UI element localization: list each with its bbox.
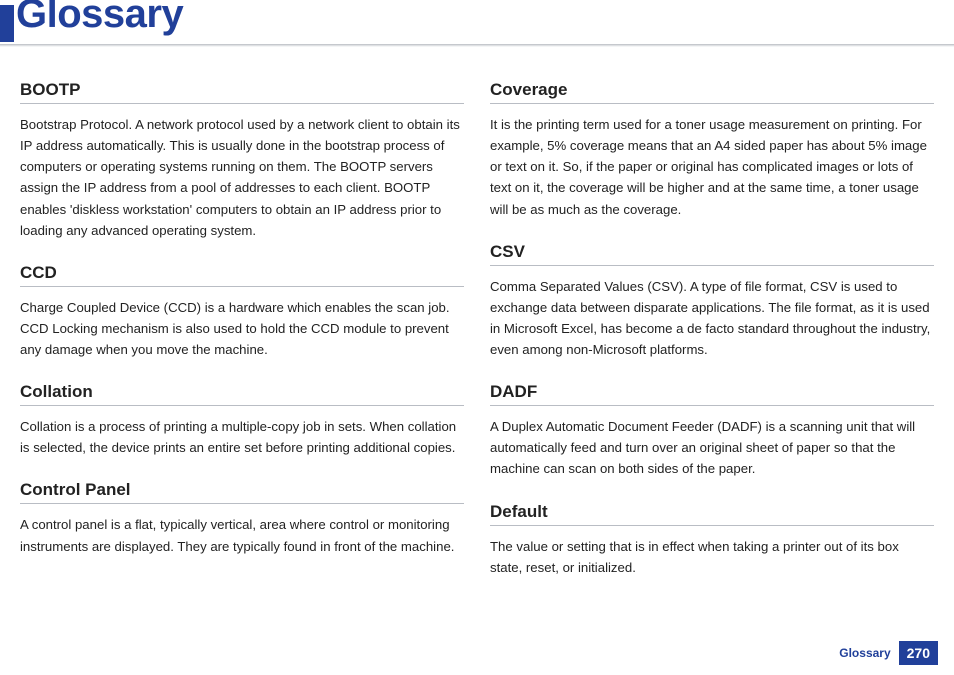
glossary-entry: DADF A Duplex Automatic Document Feeder … <box>490 382 934 479</box>
page-footer: Glossary 270 <box>839 641 938 665</box>
glossary-term: Control Panel <box>20 480 464 504</box>
header-rule <box>0 44 954 47</box>
glossary-entry: Collation Collation is a process of prin… <box>20 382 464 458</box>
content-columns: BOOTP Bootstrap Protocol. A network prot… <box>0 46 954 600</box>
footer-page-number: 270 <box>899 641 938 665</box>
glossary-definition: Bootstrap Protocol. A network protocol u… <box>20 114 464 241</box>
glossary-term: Default <box>490 502 934 526</box>
glossary-entry: BOOTP Bootstrap Protocol. A network prot… <box>20 80 464 241</box>
glossary-term: Coverage <box>490 80 934 104</box>
glossary-definition: The value or setting that is in effect w… <box>490 536 934 578</box>
glossary-definition: Comma Separated Values (CSV). A type of … <box>490 276 934 361</box>
left-column: BOOTP Bootstrap Protocol. A network prot… <box>20 80 464 600</box>
page: Glossary BOOTP Bootstrap Protocol. A net… <box>0 0 954 675</box>
glossary-definition: A Duplex Automatic Document Feeder (DADF… <box>490 416 934 479</box>
glossary-term: Collation <box>20 382 464 406</box>
header-accent-bar <box>0 5 14 42</box>
glossary-entry: Default The value or setting that is in … <box>490 502 934 578</box>
glossary-entry: CCD Charge Coupled Device (CCD) is a har… <box>20 263 464 360</box>
glossary-entry: CSV Comma Separated Values (CSV). A type… <box>490 242 934 361</box>
glossary-entry: Coverage It is the printing term used fo… <box>490 80 934 220</box>
page-header: Glossary <box>0 0 954 46</box>
glossary-term: CSV <box>490 242 934 266</box>
right-column: Coverage It is the printing term used fo… <box>490 80 934 600</box>
glossary-definition: Collation is a process of printing a mul… <box>20 416 464 458</box>
page-title: Glossary <box>16 0 183 37</box>
glossary-definition: A control panel is a flat, typically ver… <box>20 514 464 556</box>
glossary-term: BOOTP <box>20 80 464 104</box>
glossary-term: CCD <box>20 263 464 287</box>
glossary-entry: Control Panel A control panel is a flat,… <box>20 480 464 556</box>
glossary-definition: It is the printing term used for a toner… <box>490 114 934 220</box>
glossary-definition: Charge Coupled Device (CCD) is a hardwar… <box>20 297 464 360</box>
footer-section-label: Glossary <box>839 646 890 660</box>
glossary-term: DADF <box>490 382 934 406</box>
